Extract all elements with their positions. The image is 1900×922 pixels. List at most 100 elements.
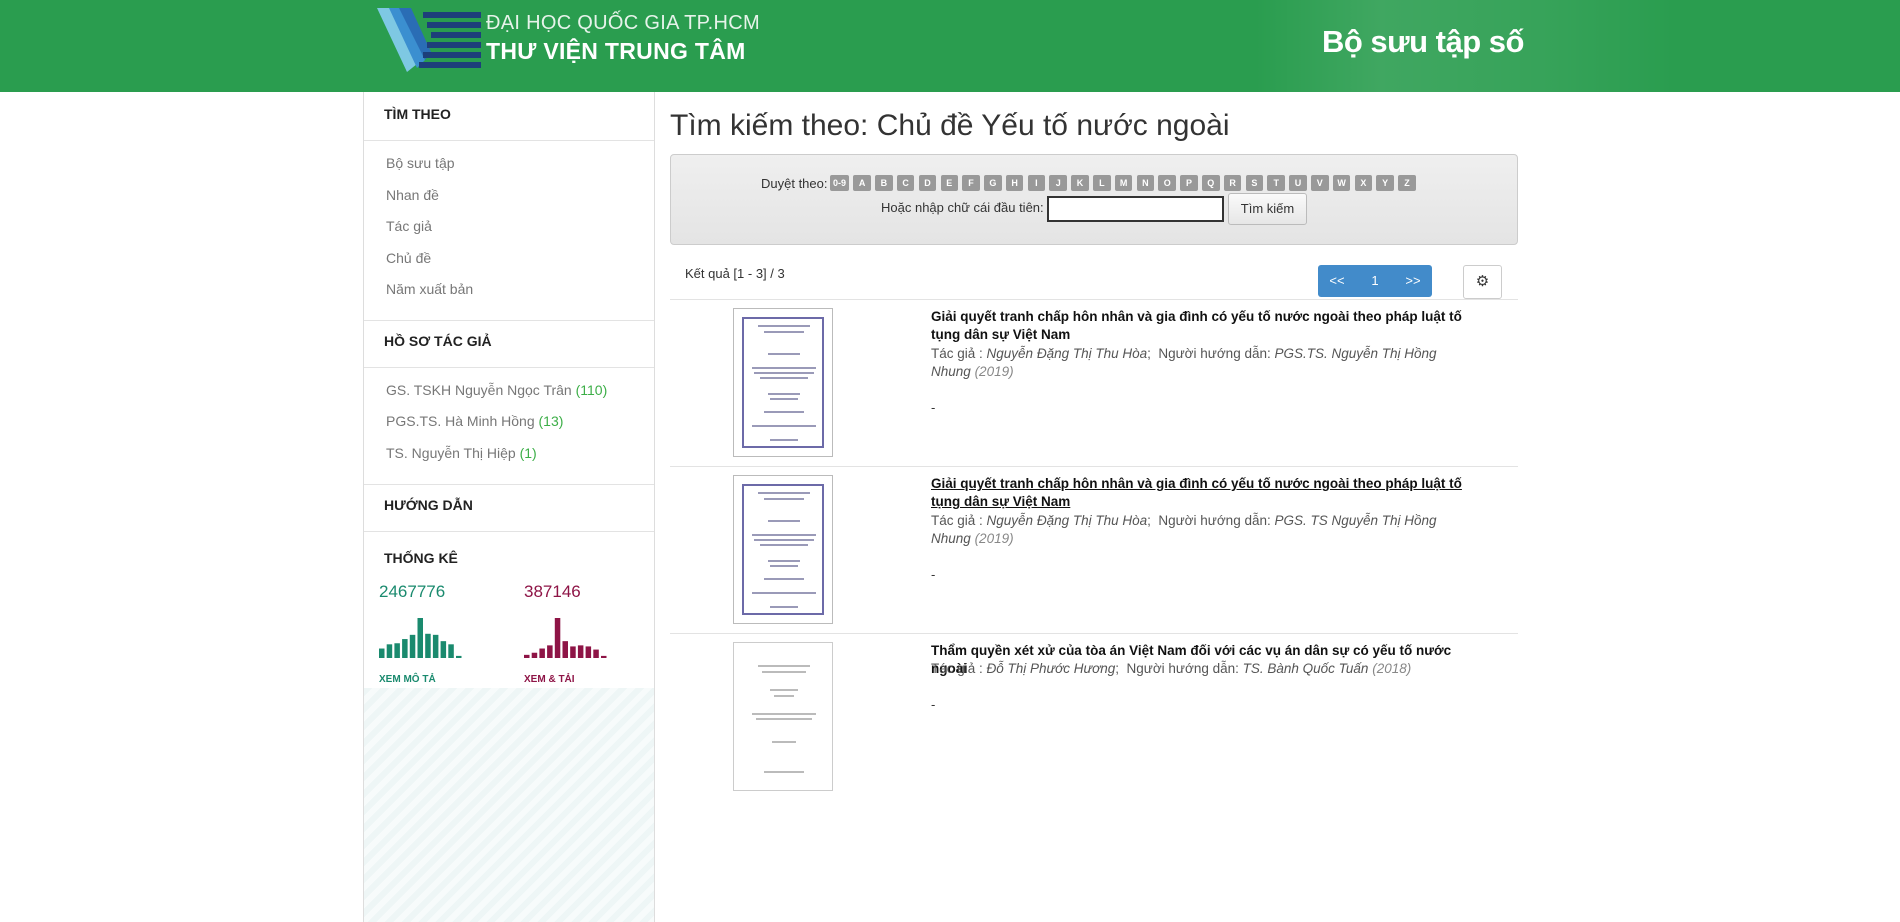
letter-button[interactable]: R [1223,175,1242,191]
result-meta: Tác giả : Nguyễn Đặng Thị Thu Hòa; Người… [931,513,1437,546]
sparkline-bar [394,643,400,658]
letter-button[interactable]: S [1245,175,1264,191]
result-title-link[interactable]: Giải quyết tranh chấp hôn nhân và gia đì… [931,308,1481,344]
sparkline-bar [409,634,416,658]
divider [364,484,654,485]
result-thumbnail[interactable] [733,308,833,457]
result-year: (2019) [974,364,1014,379]
result-title-link[interactable]: Giải quyết tranh chấp hôn nhân và gia đì… [931,475,1481,511]
author-profiles-heading: HỒ SƠ TÁC GIẢ [384,333,492,349]
sparkline-bar [570,646,576,658]
divider [364,320,654,321]
sparkline-bar [440,641,447,658]
letter-button[interactable]: D [918,175,937,191]
sparkline-bar [417,618,423,658]
sidebar-item-year[interactable]: Năm xuất bản [386,281,473,297]
downloads-count: 387146 [524,582,581,601]
settings-button[interactable]: ⚙ [1463,265,1502,299]
letter-button[interactable]: N [1136,175,1155,191]
browse-label: Duyệt theo: [761,176,828,191]
author-profile-link[interactable]: TS. Nguyễn Thị Hiệp (1) [386,445,537,461]
prev-page-button[interactable]: << [1318,265,1356,297]
letter-button[interactable]: Z [1398,175,1416,191]
author-profile-count: (1) [519,445,537,461]
site-title[interactable]: Bộ sưu tập số [1322,24,1524,60]
letter-button[interactable]: V [1311,175,1329,191]
next-page-button[interactable]: >> [1394,265,1432,297]
sidebar-item-author[interactable]: Tác giả [386,218,432,234]
views-count: 2467776 [379,582,446,601]
sparkline-bar [456,655,462,658]
search-button[interactable]: Tìm kiếm [1228,193,1307,225]
sidebar-item-collection[interactable]: Bộ sưu tập [386,155,455,171]
thumbnail-border [742,317,824,448]
author-link[interactable]: Nguyễn Đặng Thị Thu Hòa [987,346,1148,361]
sparkline-bar [402,639,408,658]
letter-button[interactable]: C [896,175,915,191]
sidebar-background-pattern [364,688,654,922]
view-descriptions-link[interactable]: XEM MÔ TẢ [379,674,436,685]
author-profile-name: PGS.TS. Hà Minh Hồng [386,413,535,429]
view-downloads-link[interactable]: XEM & TẢI [524,674,575,685]
guide-link[interactable]: HƯỚNG DẪN [384,497,473,513]
author-link[interactable]: Đỗ Thị Phước Hương [987,661,1116,676]
author-profile-link[interactable]: PGS.TS. Hà Minh Hồng (13) [386,413,563,429]
first-letter-input[interactable] [1047,196,1224,222]
page-title: Tìm kiếm theo: Chủ đề Yếu tố nước ngoài [670,109,1230,142]
letter-button[interactable]: H [1005,175,1024,191]
sparkline-bar [379,648,385,658]
letter-button[interactable]: 0-9 [830,175,850,191]
letter-button[interactable]: W [1332,175,1351,191]
letter-button[interactable]: G [984,175,1002,191]
letter-button[interactable]: O [1158,175,1176,191]
sparkline-bar [585,646,592,658]
letter-button[interactable]: L [1093,175,1111,191]
letter-button[interactable]: J [1049,175,1067,191]
letter-button[interactable]: P [1180,175,1198,191]
result-meta: Tác giả : Nguyễn Đặng Thị Thu Hòa; Người… [931,346,1437,379]
letter-button[interactable]: B [875,175,893,191]
sidebar: TÌM THEO Bộ sưu tập Nhan đề Tác giả Chủ … [363,92,655,922]
result-thumbnail[interactable] [733,475,833,624]
result-year: (2019) [974,531,1014,546]
author-label: Tác giả : [931,513,987,528]
sparkline-bar [524,654,530,658]
letter-button[interactable]: E [940,175,958,191]
university-logo-icon[interactable] [377,8,481,72]
letter-button[interactable]: K [1071,175,1089,191]
first-letter-label: Hoặc nhập chữ cái đầu tiên: [881,200,1044,215]
result-extra: - [931,697,936,712]
author-profile-link[interactable]: GS. TSKH Nguyễn Ngọc Trân (110) [386,382,607,398]
letter-button[interactable]: A [853,175,871,191]
browse-panel: Duyệt theo: 0-9 A B C D E F G H I J K L … [670,154,1518,245]
library-name: THƯ VIỆN TRUNG TÂM [486,38,746,64]
author-link[interactable]: Nguyễn Đặng Thị Thu Hòa [987,513,1148,528]
letter-button[interactable]: F [962,175,980,191]
letter-button[interactable]: M [1114,175,1133,191]
result-extra: - [931,400,936,415]
result-thumbnail[interactable] [733,642,833,791]
divider [364,367,654,368]
results-summary: Kết quả [1 - 3] / 3 [685,266,785,281]
result-extra: - [931,567,936,582]
letter-button[interactable]: X [1354,175,1373,191]
letter-button[interactable]: T [1267,175,1285,191]
sidebar-item-title[interactable]: Nhan đề [386,187,439,203]
advisor-link[interactable]: TS. Bành Quốc Tuấn [1243,661,1369,676]
letter-button[interactable]: I [1027,175,1046,191]
gear-icon: ⚙ [1475,273,1490,290]
result-year: (2018) [1372,661,1412,676]
university-name: ĐẠI HỌC QUỐC GIA TP.HCM [486,12,760,34]
letter-button[interactable]: Y [1376,175,1394,191]
sidebar-item-subject[interactable]: Chủ đề [386,250,431,266]
search-by-heading: TÌM THEO [384,106,451,122]
letter-button[interactable]: Q [1202,175,1220,191]
sparkline-bar [432,634,439,658]
sparkline-bar [531,652,538,658]
sparkline-bar [547,645,553,658]
sparkline-bar [593,649,599,658]
current-page-button[interactable]: 1 [1356,265,1394,297]
site-header: ĐẠI HỌC QUỐC GIA TP.HCM THƯ VIỆN TRUNG T… [0,0,1900,92]
sparkline-bar [562,641,568,658]
letter-button[interactable]: U [1289,175,1307,191]
